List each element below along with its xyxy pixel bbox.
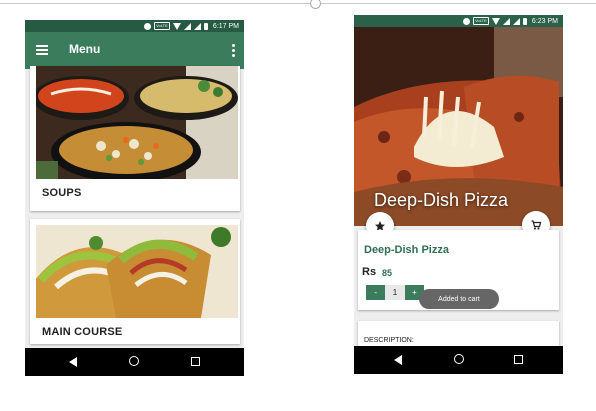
item-name: Deep-Dish Pizza bbox=[364, 244, 449, 256]
category-card-main-course[interactable]: MAIN COURSE bbox=[30, 219, 240, 344]
status-time: 6:17 PM bbox=[212, 22, 239, 30]
status-bar: VoLTE 6:23 PM bbox=[354, 15, 563, 27]
battery-icon bbox=[203, 22, 208, 30]
category-card-soups[interactable]: SOUPS bbox=[30, 66, 240, 211]
home-icon[interactable] bbox=[454, 354, 464, 364]
wifi-icon bbox=[172, 22, 181, 30]
soups-image bbox=[36, 66, 238, 179]
overflow-menu-icon[interactable] bbox=[232, 44, 235, 57]
decrement-button[interactable]: - bbox=[366, 288, 385, 297]
recents-icon[interactable] bbox=[514, 355, 523, 364]
quantity-stepper: - 1 + bbox=[366, 285, 424, 300]
dnd-icon bbox=[462, 17, 470, 25]
volte-icon: VoLTE bbox=[153, 22, 170, 30]
signal-icon-2 bbox=[512, 17, 520, 25]
battery-icon bbox=[522, 17, 527, 25]
volte-icon: VoLTE bbox=[472, 17, 489, 25]
home-icon[interactable] bbox=[129, 356, 139, 366]
status-bar: VoLTE 6:17 PM bbox=[25, 20, 244, 32]
dnd-icon bbox=[143, 22, 151, 30]
added-to-cart-toast: Added to cart bbox=[419, 289, 499, 309]
category-label: MAIN COURSE bbox=[42, 326, 123, 338]
recents-icon[interactable] bbox=[191, 357, 200, 366]
category-label: SOUPS bbox=[42, 187, 82, 199]
top-divider-knob bbox=[310, 0, 321, 9]
currency-label: Rs bbox=[362, 266, 377, 278]
main-course-image bbox=[36, 225, 238, 318]
hamburger-menu-icon[interactable] bbox=[36, 45, 48, 55]
item-detail-screen: VoLTE 6:23 PM Deep-Dish Pizza Deep-Dish … bbox=[354, 15, 563, 374]
wifi-icon bbox=[491, 17, 500, 25]
price-value: 85 bbox=[382, 268, 393, 278]
signal-icon bbox=[183, 22, 191, 30]
menu-screen: VoLTE 6:17 PM Menu SOUPS MAIN COURSE bbox=[25, 20, 244, 376]
description-label: DESCRIPTION: bbox=[364, 337, 414, 344]
app-bar-title: Menu bbox=[69, 42, 101, 56]
back-icon[interactable] bbox=[394, 355, 402, 365]
signal-icon-2 bbox=[193, 22, 201, 30]
status-time: 6:23 PM bbox=[531, 17, 558, 25]
signal-icon bbox=[502, 17, 510, 25]
back-icon[interactable] bbox=[69, 357, 77, 367]
app-bar: Menu bbox=[25, 32, 244, 69]
nav-bar bbox=[354, 346, 563, 374]
top-divider bbox=[0, 3, 596, 4]
hero-title: Deep-Dish Pizza bbox=[374, 190, 509, 210]
quantity-value: 1 bbox=[385, 285, 405, 300]
nav-bar bbox=[25, 348, 244, 376]
